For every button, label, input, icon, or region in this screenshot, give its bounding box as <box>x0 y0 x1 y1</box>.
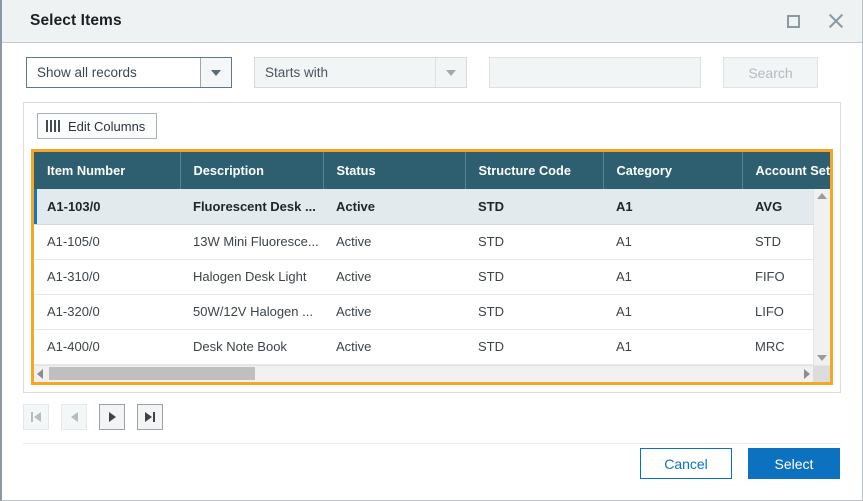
next-page-icon <box>108 411 116 422</box>
cell-item-number: A1-400/0 <box>34 329 180 365</box>
filter-bar: Show all records Starts with Search <box>2 43 862 102</box>
close-icon <box>827 13 844 30</box>
chevron-down-icon <box>211 69 221 76</box>
cell-status: Active <box>323 294 465 330</box>
close-button[interactable] <box>822 8 848 34</box>
column-header-category[interactable]: Category <box>603 152 743 189</box>
cell-category: A1 <box>603 224 742 260</box>
cell-description: Halogen Desk Light <box>180 259 323 295</box>
cell-structure-code: STD <box>465 259 603 295</box>
cell-item-number: A1-105/0 <box>34 224 180 260</box>
cell-category: A1 <box>603 329 742 365</box>
edit-columns-label: Edit Columns <box>68 118 146 134</box>
column-header-description[interactable]: Description <box>180 152 324 189</box>
column-header-account-set-code[interactable]: Account Set Co <box>742 152 830 189</box>
cell-description: Fluorescent Desk ... <box>180 189 323 225</box>
first-page-button <box>23 403 49 430</box>
grid-vertical-scrollbar[interactable] <box>813 189 830 365</box>
records-filter-arrow[interactable] <box>200 58 231 87</box>
cell-status: Active <box>323 189 465 225</box>
cell-description: Desk Note Book <box>180 329 323 365</box>
search-button[interactable]: Search <box>723 57 818 88</box>
scroll-down-icon[interactable] <box>817 354 827 361</box>
edit-columns-button[interactable]: Edit Columns <box>37 113 158 139</box>
select-items-dialog: Select Items Show all records Starts wit… <box>0 0 863 501</box>
scrollbar-corner <box>813 365 830 382</box>
last-page-icon <box>145 411 155 422</box>
table-row[interactable]: A1-310/0 Halogen Desk Light Active STD A… <box>34 259 830 295</box>
scroll-left-icon[interactable] <box>37 368 43 379</box>
chevron-down-icon <box>446 69 456 76</box>
dialog-title-bar: Select Items <box>2 0 862 43</box>
last-page-button[interactable] <box>137 403 163 430</box>
grid-panel: Edit Columns Item Number Description Sta… <box>23 102 841 393</box>
column-header-item-number[interactable]: Item Number <box>34 152 181 189</box>
cell-category: A1 <box>603 259 742 295</box>
grid-toolbar: Edit Columns <box>24 103 840 149</box>
select-button[interactable]: Select <box>748 448 840 479</box>
cancel-button[interactable]: Cancel <box>640 448 732 479</box>
scroll-right-icon[interactable] <box>804 368 810 379</box>
previous-page-icon <box>70 411 78 422</box>
cell-item-number: A1-103/0 <box>34 189 180 225</box>
cell-structure-code: STD <box>465 294 603 330</box>
page-title: Select Items <box>30 12 122 29</box>
search-input[interactable] <box>489 57 701 88</box>
items-table: Item Number Description Status Structure… <box>34 152 830 365</box>
first-page-icon <box>31 411 41 422</box>
cell-status: Active <box>323 329 465 365</box>
match-filter-select[interactable]: Starts with <box>254 57 467 88</box>
next-page-button[interactable] <box>99 403 125 430</box>
cell-description: 13W Mini Fluoresce... <box>180 224 323 260</box>
grid-panel-wrapper: Edit Columns Item Number Description Sta… <box>2 102 862 393</box>
match-filter-value: Starts with <box>265 65 329 80</box>
table-row[interactable]: A1-105/0 13W Mini Fluoresce... Active ST… <box>34 224 830 260</box>
match-filter-arrow[interactable] <box>435 58 466 87</box>
footer-divider <box>23 442 841 444</box>
table-row[interactable]: A1-320/0 50W/12V Halogen ... Active STD … <box>34 294 830 330</box>
grid-horizontal-scrollbar[interactable] <box>34 364 830 382</box>
table-header-row: Item Number Description Status Structure… <box>34 152 830 189</box>
dialog-footer: Cancel Select <box>2 448 862 500</box>
cell-description: 50W/12V Halogen ... <box>180 294 323 330</box>
items-grid: Item Number Description Status Structure… <box>31 149 833 385</box>
cell-status: Active <box>323 259 465 295</box>
column-header-structure-code[interactable]: Structure Code <box>465 152 604 189</box>
records-filter-select[interactable]: Show all records <box>26 57 232 88</box>
cell-item-number: A1-320/0 <box>34 294 180 330</box>
maximize-icon <box>786 14 800 28</box>
scroll-up-icon[interactable] <box>817 193 827 199</box>
columns-icon <box>46 120 60 132</box>
cell-structure-code: STD <box>465 329 603 365</box>
column-header-status[interactable]: Status <box>323 152 466 189</box>
table-row[interactable]: A1-103/0 Fluorescent Desk ... Active STD… <box>34 189 830 225</box>
cell-structure-code: STD <box>465 224 603 260</box>
cell-category: A1 <box>603 294 742 330</box>
cell-category: A1 <box>603 189 742 225</box>
cell-status: Active <box>323 224 465 260</box>
cell-item-number: A1-310/0 <box>34 259 180 295</box>
cell-structure-code: STD <box>465 189 603 225</box>
maximize-button[interactable] <box>780 8 806 34</box>
grid-viewport: Item Number Description Status Structure… <box>34 152 830 365</box>
horizontal-scroll-thumb[interactable] <box>49 367 255 380</box>
table-row[interactable]: A1-400/0 Desk Note Book Active STD A1 MR… <box>34 329 830 365</box>
records-filter-value: Show all records <box>37 65 137 80</box>
pagination-controls <box>2 393 862 430</box>
window-controls <box>780 8 848 34</box>
previous-page-button <box>61 403 87 430</box>
